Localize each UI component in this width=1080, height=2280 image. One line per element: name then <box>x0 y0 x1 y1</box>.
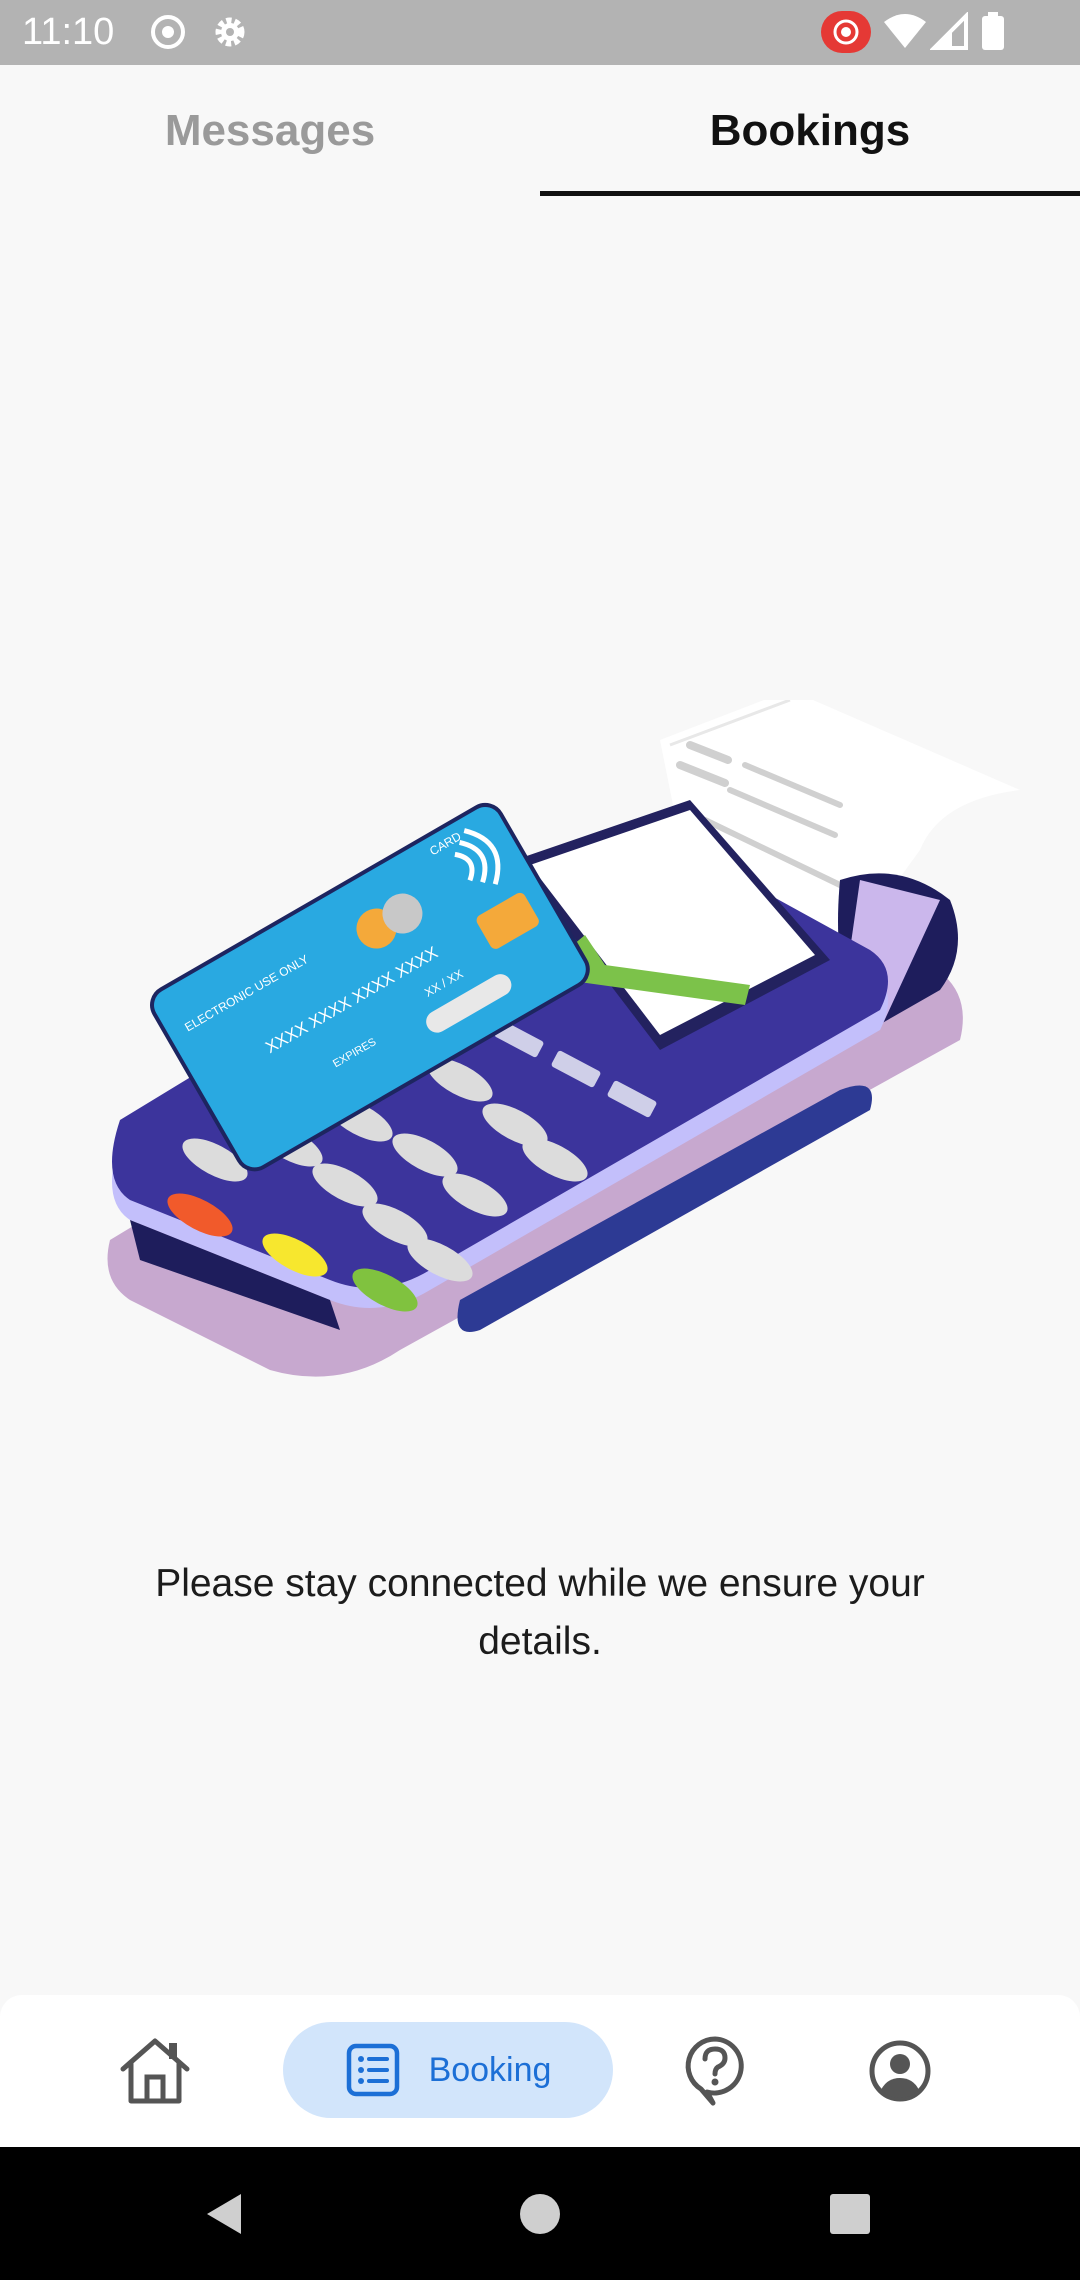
list-icon <box>346 2043 399 2097</box>
cast-recording-icon <box>821 11 871 53</box>
nav-home-button[interactable] <box>95 1995 215 2147</box>
signal-icon <box>930 12 968 50</box>
bottom-navigation: Booking <box>0 1995 1080 2147</box>
nav-profile-button[interactable] <box>840 1995 960 2147</box>
status-time: 11:10 <box>22 11 115 53</box>
system-back-button[interactable] <box>190 2147 260 2280</box>
help-chat-icon <box>685 2036 744 2106</box>
tab-bookings[interactable]: Bookings <box>540 65 1080 197</box>
nav-booking-label: Booking <box>428 2050 552 2089</box>
screen-record-icon <box>151 15 185 49</box>
recents-icon <box>830 2193 870 2234</box>
wifi-icon <box>884 14 926 48</box>
system-navigation-bar <box>0 2147 1080 2280</box>
status-message: Please stay connected while we ensure yo… <box>155 1562 925 1663</box>
system-home-button[interactable] <box>505 2147 575 2280</box>
home-circle-icon <box>520 2193 560 2234</box>
back-icon <box>207 2193 241 2234</box>
status-bar: 11:10 <box>0 0 1080 65</box>
system-recents-button[interactable] <box>815 2147 885 2280</box>
settings-icon <box>215 17 245 47</box>
tab-bar: Messages Bookings <box>0 65 1080 197</box>
nav-help-button[interactable] <box>655 1995 775 2147</box>
active-tab-indicator <box>540 191 1080 196</box>
profile-icon <box>869 2040 931 2102</box>
payment-terminal-illustration: ELECTRONIC USE ONLY CARD XXXX XXXX XXXX … <box>107 700 1020 1377</box>
tab-messages[interactable]: Messages <box>0 65 540 197</box>
nav-booking-button[interactable]: Booking <box>283 2022 613 2118</box>
battery-icon <box>982 12 1004 50</box>
home-icon <box>120 2038 190 2104</box>
